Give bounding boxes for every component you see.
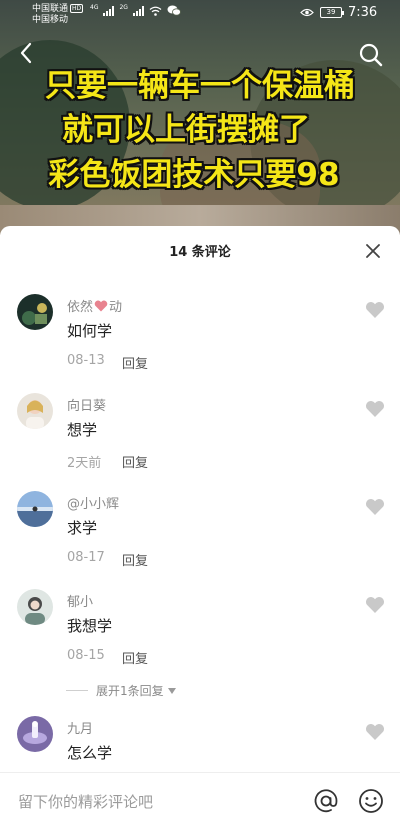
avatar-image	[17, 716, 53, 752]
chevron-left-icon	[20, 42, 32, 64]
network-type-label: 2G	[119, 4, 128, 11]
signal-icon	[103, 6, 115, 16]
comment-username[interactable]: 九月	[67, 718, 93, 737]
back-button[interactable]	[14, 40, 40, 66]
comment-date: 2天前	[67, 456, 102, 471]
like-button[interactable]	[365, 723, 385, 741]
caret-down-icon	[167, 687, 176, 694]
heart-icon	[365, 723, 385, 740]
divider	[66, 690, 88, 691]
reply-button[interactable]: 回复	[122, 353, 148, 372]
heart-icon	[365, 400, 385, 417]
reply-button[interactable]: 回复	[122, 550, 148, 569]
comment-username[interactable]: 郁小	[67, 591, 93, 610]
like-button[interactable]	[365, 498, 385, 516]
comment-text: 我想学	[67, 617, 113, 635]
comment-input[interactable]	[18, 791, 288, 813]
search-icon	[359, 43, 383, 67]
comment-date: 08-17	[67, 550, 105, 565]
network-type-label: 4G	[90, 4, 99, 11]
video-player[interactable]: 只要一辆车一个保温桶 就可以上街摆摊了 彩色饭团技术只要98	[0, 0, 400, 235]
username-text: 依然	[67, 300, 94, 315]
wechat-icon	[167, 5, 181, 16]
avatar[interactable]	[17, 589, 53, 625]
eye-comfort-icon	[300, 8, 314, 17]
comment-username[interactable]: 向日葵	[67, 395, 106, 414]
video-caption-line: 彩色饭团技术只要98	[48, 157, 340, 193]
reply-button[interactable]: 回复	[122, 648, 148, 667]
expand-replies-button[interactable]: 展开1条回复	[66, 682, 176, 699]
avatar[interactable]	[17, 716, 53, 752]
comments-header: 14 条评论	[0, 226, 400, 272]
avatar-image	[17, 294, 53, 330]
close-icon	[366, 244, 380, 258]
heart-icon	[365, 498, 385, 515]
comment-item: 依然动 如何学 08-13 回复	[0, 294, 400, 392]
carrier-label: 中国联通 HD	[32, 4, 84, 15]
avatar-image	[17, 393, 53, 429]
comment-input-bar	[0, 772, 400, 827]
avatar-image	[17, 491, 53, 527]
search-button[interactable]	[358, 42, 384, 68]
comment-item: 向日葵 想学 2天前 回复	[0, 393, 400, 491]
close-button[interactable]	[364, 242, 382, 260]
like-button[interactable]	[365, 301, 385, 319]
expand-replies-label: 展开1条回复	[96, 684, 164, 698]
comment-username[interactable]: 依然动	[67, 296, 122, 315]
video-caption-line: 只要一辆车一个保温桶	[45, 68, 355, 104]
signal-icon	[132, 6, 144, 16]
reply-button[interactable]: 回复	[122, 452, 148, 471]
battery-indicator: 39	[320, 7, 344, 18]
emoji-icon	[359, 789, 383, 813]
heart-icon	[94, 300, 108, 312]
status-bar: 中国联通 HD 中国移动 4G 2G 39 7:36	[0, 0, 400, 28]
clock: 7:36	[348, 5, 378, 20]
comment-text: 如何学	[67, 322, 113, 340]
like-button[interactable]	[365, 596, 385, 614]
comments-title: 14 条评论	[169, 245, 231, 260]
comment-text: 想学	[67, 421, 98, 439]
at-icon	[314, 789, 338, 813]
avatar-image	[17, 589, 53, 625]
heart-icon	[365, 596, 385, 613]
avatar[interactable]	[17, 491, 53, 527]
hd-badge: HD	[70, 4, 84, 13]
wifi-icon	[149, 6, 162, 16]
carrier-label: 中国移动	[32, 15, 69, 25]
mention-button[interactable]	[313, 788, 339, 814]
signal-group: 4G 2G	[90, 5, 181, 16]
heart-icon	[365, 301, 385, 318]
comment-username[interactable]: @小小辉	[67, 493, 119, 512]
emoji-button[interactable]	[358, 788, 384, 814]
like-button[interactable]	[365, 400, 385, 418]
carrier-name: 中国联通	[32, 4, 69, 14]
comment-date: 08-13	[67, 353, 105, 368]
comment-date: 08-15	[67, 648, 105, 663]
comment-text: 怎么学	[67, 744, 113, 762]
video-caption-line: 就可以上街摆摊了	[62, 112, 310, 148]
avatar[interactable]	[17, 393, 53, 429]
username-text: 动	[109, 300, 123, 315]
comment-item: @小小辉 求学 08-17 回复	[0, 491, 400, 589]
comment-text: 求学	[67, 519, 98, 537]
avatar[interactable]	[17, 294, 53, 330]
comment-item: 郁小 我想学 08-15 回复	[0, 589, 400, 687]
